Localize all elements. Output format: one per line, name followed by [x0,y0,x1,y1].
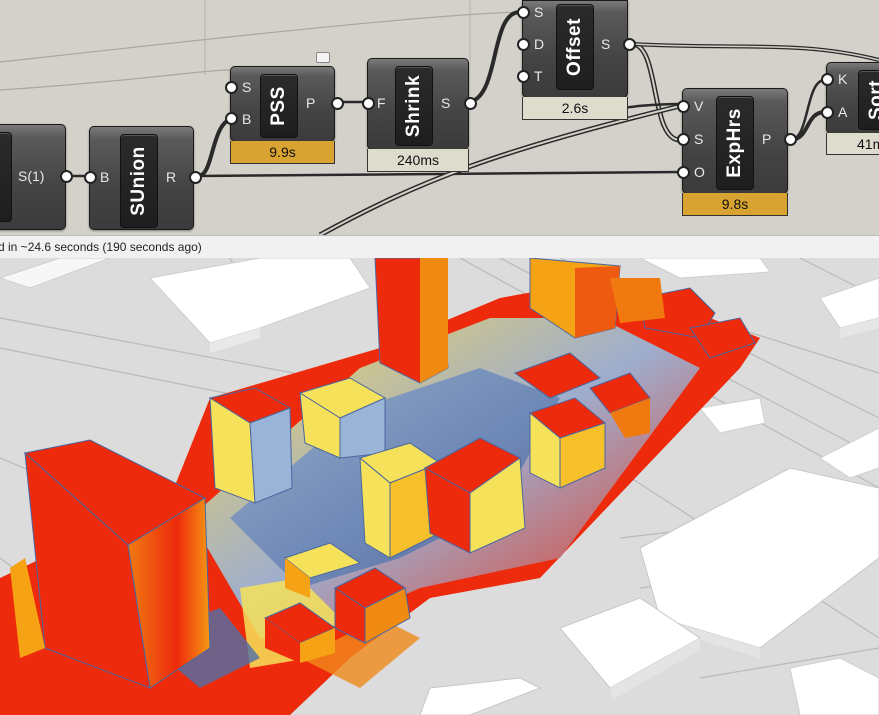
input-label-b: B [100,169,110,185]
offset-timing-badge: 2.6s [522,97,628,120]
input-port-b[interactable] [84,171,97,184]
input-label-f: F [377,95,386,111]
output-port-p[interactable] [784,133,797,146]
preview-flag-icon[interactable] [316,52,330,63]
exphrs-timing-badge: 9.8s [682,193,788,216]
output-label-p: P [762,131,772,147]
input-label-o: O [694,164,705,180]
output-port-s1[interactable] [60,170,73,183]
input-label-s: S [694,131,704,147]
output-label-p: P [306,95,316,111]
input-label-b: B [242,111,252,127]
sort-node[interactable]: Sort K A 41ms [821,62,879,158]
output-label-r: R [166,169,177,185]
input-label-t: T [534,68,543,84]
shrink-timing-badge: 240ms [367,149,469,172]
input-port-s[interactable] [517,6,530,19]
input-port-t[interactable] [517,70,530,83]
input-port-a[interactable] [821,106,834,119]
pss-title: PSS [268,86,289,126]
input-label-s: S [242,79,252,95]
output-label-s1: S(1) [18,168,45,184]
output-port-p[interactable] [331,97,344,110]
input-port-o[interactable] [677,166,690,179]
input-port-v[interactable] [677,100,690,113]
input-port-b[interactable] [225,112,238,125]
sunion-title: SUnion [128,146,149,216]
output-port-r[interactable] [189,171,202,184]
pss-node[interactable]: PSS S B P 9.9s [225,52,344,168]
sun-hours-scene [0,258,879,715]
input-port-d[interactable] [517,38,530,51]
shrink-node[interactable]: Shrink F S 240ms [362,58,477,174]
shrink-title: Shrink [403,74,424,138]
pss-timing-badge: 9.9s [230,141,335,164]
sort-timing-badge: 41ms [826,133,879,155]
status-bar: d in ~24.6 seconds (190 seconds ago) [0,235,879,259]
offset-node[interactable]: Offset S D T S 2.6s [517,0,636,120]
exphrs-node[interactable]: ExpHrs V S O P 9.8s [677,88,797,220]
output-port-s[interactable] [623,38,636,51]
input-port-s[interactable] [225,81,238,94]
input-label-d: D [534,36,545,52]
input-label-v: V [694,98,704,114]
output-port-s[interactable] [464,97,477,110]
output-label-s: S [441,95,451,111]
exphrs-title: ExpHrs [724,108,745,178]
rhino-viewport[interactable] [0,258,879,715]
input-port-f[interactable] [362,97,375,110]
input-label-k: K [838,71,848,87]
output-label-s: S [601,36,611,52]
input-label-s: S [534,4,544,20]
sunion-node[interactable]: SUnion B R [84,126,202,235]
input-label-a: A [838,104,848,120]
sort-title: Sort [866,80,879,120]
input-port-k[interactable] [821,73,834,86]
offset-title: Offset [564,18,585,76]
node-canvas[interactable]: S(1) SUnion B R PSS S B P 9.9s Shrink F [0,0,879,235]
status-text: d in ~24.6 seconds (190 seconds ago) [0,240,202,254]
partial-node[interactable]: S(1) [0,124,73,230]
input-port-s[interactable] [677,133,690,146]
